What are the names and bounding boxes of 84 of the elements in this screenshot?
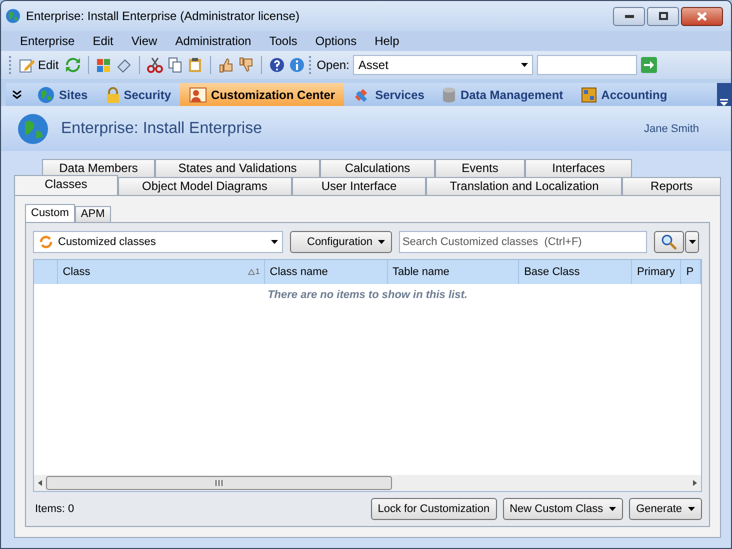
column-header[interactable]: Primary	[632, 260, 682, 284]
column-header[interactable]: Class name	[264, 260, 388, 284]
menu-item[interactable]: View	[122, 31, 166, 51]
column-header[interactable]: Base Class	[519, 260, 632, 284]
nav-tab[interactable]: Sites	[28, 83, 97, 106]
configuration-button[interactable]: Configuration	[290, 231, 392, 253]
text-field[interactable]	[537, 55, 638, 75]
column-header[interactable]: P	[681, 260, 701, 284]
menu-item[interactable]: Enterprise	[11, 31, 84, 51]
tab[interactable]: Interfaces	[525, 159, 632, 177]
dropdown-button[interactable]: Generate	[629, 498, 702, 520]
tab[interactable]: User Interface	[292, 177, 426, 195]
globe-icon	[5, 8, 21, 24]
page-title: Enterprise: Install Enterprise	[61, 120, 263, 138]
tab[interactable]: Calculations	[320, 159, 435, 177]
tab[interactable]: Object Model Diagrams	[118, 177, 292, 195]
globe-icon	[37, 86, 55, 104]
tab[interactable]: Translation and Localization	[426, 177, 622, 195]
caret-icon	[271, 240, 278, 244]
close-icon	[697, 12, 707, 20]
empty-message: There are no items to show in this list.	[266, 289, 468, 303]
search-options-button[interactable]	[685, 231, 700, 253]
copy-icon[interactable]	[166, 57, 183, 73]
open-dropdown[interactable]: Asset	[353, 55, 534, 75]
caret-icon	[609, 507, 616, 511]
column-header[interactable]: Table name	[388, 260, 520, 284]
minimize-icon	[624, 14, 634, 18]
pencil-icon	[19, 57, 35, 73]
thumbs-up-icon[interactable]	[218, 57, 234, 73]
tab[interactable]: Data Members	[42, 159, 155, 177]
tab[interactable]: States and Validations	[155, 159, 320, 177]
help-icon[interactable]	[268, 57, 285, 73]
window-title: Enterprise: Install Enterprise (Administrator license)	[26, 9, 300, 23]
tab[interactable]: Events	[435, 159, 525, 177]
dropdown-button[interactable]: New Custom Class	[502, 498, 624, 520]
search-field[interactable]: Search Customized classes (Ctrl+F)	[399, 231, 648, 253]
scissors-icon[interactable]	[146, 57, 163, 73]
filter-dropdown[interactable]: Customized classes	[33, 231, 283, 253]
nav-tab[interactable]: Customization Center	[180, 83, 344, 106]
caret-icon	[378, 240, 386, 244]
open-label: Open:	[316, 58, 350, 72]
close-button[interactable]	[681, 6, 723, 26]
nav-tab[interactable]: Data Management	[433, 83, 572, 106]
overflow-button[interactable]	[717, 83, 731, 106]
search-button[interactable]	[654, 231, 684, 253]
menu-item[interactable]: Administration	[166, 31, 260, 51]
globe-icon	[17, 112, 49, 144]
menu-item[interactable]: Help	[366, 31, 408, 51]
user-name[interactable]: Jane Smith	[644, 122, 699, 134]
windows-icon[interactable]	[96, 57, 112, 73]
nav-tab[interactable]: Accounting	[572, 83, 676, 106]
maximize-icon	[658, 12, 668, 20]
refresh-icon	[38, 235, 54, 249]
database-icon	[442, 86, 456, 102]
column-header[interactable]: Class 1	[58, 260, 265, 284]
tab[interactable]: Custom	[25, 204, 75, 222]
nav-tab[interactable]: Security	[96, 83, 180, 106]
caret-icon	[720, 98, 728, 106]
refresh-icon[interactable]	[64, 57, 81, 73]
edit-button[interactable]: Edit	[17, 55, 61, 75]
person-card-icon	[189, 86, 208, 102]
tab[interactable]: Classes	[14, 175, 118, 195]
caret-icon	[688, 240, 696, 244]
caret-icon	[688, 507, 695, 511]
menu-item[interactable]: Tools	[260, 31, 306, 51]
menu-item[interactable]: Edit	[84, 31, 122, 51]
nav-tab[interactable]: Services	[344, 83, 434, 106]
caret-icon	[521, 63, 528, 67]
minimize-button[interactable]	[613, 6, 645, 26]
info-icon[interactable]	[288, 57, 305, 73]
search-icon	[661, 234, 678, 250]
triangle-icon	[248, 269, 256, 275]
thumbs-down-icon[interactable]	[238, 57, 254, 73]
tab[interactable]: Reports	[622, 177, 721, 195]
item-count: Items: 0	[34, 503, 76, 515]
tab[interactable]: APM	[74, 206, 111, 222]
maximize-button[interactable]	[647, 6, 679, 26]
scrollbar-thumb[interactable]	[46, 476, 392, 490]
sort-indicator: 1	[248, 260, 260, 284]
chevron-icon[interactable]	[12, 90, 22, 100]
padlock-icon	[106, 86, 120, 102]
menu-item[interactable]: Options	[306, 31, 366, 51]
lock-button[interactable]: Lock for Customization	[370, 498, 497, 520]
clipboard-icon[interactable]	[186, 57, 203, 73]
